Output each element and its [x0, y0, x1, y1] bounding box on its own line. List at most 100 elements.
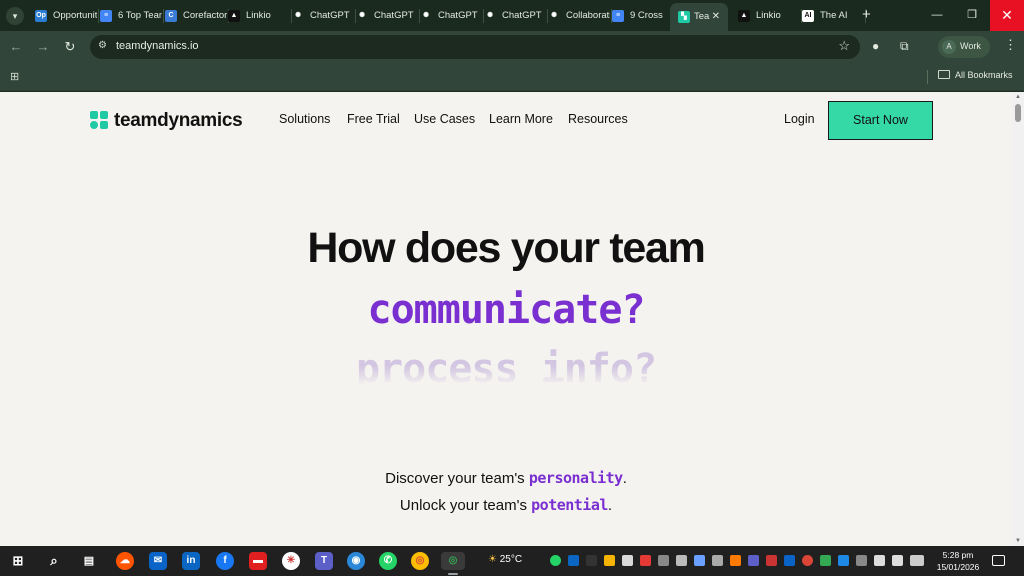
- minimize-icon[interactable]: —: [920, 0, 954, 31]
- tab-corefactors[interactable]: C Corefactors: [165, 5, 229, 27]
- new-tab-button[interactable]: +: [862, 6, 871, 23]
- forward-icon[interactable]: →: [35, 39, 51, 55]
- tab-linkio[interactable]: ▲ Linkio: [738, 5, 802, 27]
- keyboard-icon[interactable]: [910, 555, 924, 566]
- linkedin-icon[interactable]: in: [182, 552, 200, 570]
- bookmark-star-icon[interactable]: ☆: [838, 38, 850, 54]
- tray-app-icon[interactable]: [820, 555, 831, 566]
- tab-title: Corefactors: [183, 10, 227, 21]
- outlook-icon[interactable]: ✉: [149, 552, 167, 570]
- windows-taskbar: ⊞ ⌕ ▤ ☁ ✉ in f ▬ ✳ T ◉ ✆ ◎ ◎ ☀ 25°C 5:28…: [0, 546, 1024, 576]
- tab-title: The AI: [820, 10, 848, 21]
- tab-team[interactable]: ▚ Team✕: [670, 3, 728, 31]
- windows-start-icon[interactable]: ⊞: [9, 552, 27, 570]
- tab-opportunities[interactable]: Op Opportunities: [35, 5, 99, 27]
- tab-close-icon[interactable]: ✕: [712, 3, 720, 31]
- teams-icon[interactable]: T: [315, 552, 333, 570]
- apps-grid-icon[interactable]: ⊞: [10, 70, 19, 83]
- tab-chatgpt[interactable]: ✺ ChatGPT: [420, 5, 484, 27]
- tray-app-icon[interactable]: [712, 555, 723, 566]
- corefactors-icon: C: [165, 10, 177, 22]
- tray-linkedin-icon[interactable]: [568, 555, 579, 566]
- avatar: A: [942, 40, 956, 54]
- chatgpt-icon: ✺: [484, 10, 496, 22]
- nav-use-cases[interactable]: Use Cases: [414, 112, 475, 126]
- volume-icon[interactable]: [874, 555, 885, 566]
- tray-app-icon[interactable]: [694, 555, 705, 566]
- window-close-icon[interactable]: ✕: [990, 0, 1024, 31]
- system-clock[interactable]: 5:28 pm 15/01/2026: [934, 549, 982, 573]
- tray-app-icon[interactable]: [730, 555, 741, 566]
- page-scrollbar[interactable]: ▲ ▼: [1012, 92, 1024, 546]
- tray-app-icon[interactable]: [622, 555, 633, 566]
- tab-chatgpt[interactable]: ✺ ChatGPT: [356, 5, 420, 27]
- tab-chatgpt[interactable]: ✺ ChatGPT: [484, 5, 548, 27]
- soundcloud-icon[interactable]: ☁: [116, 552, 134, 570]
- scroll-up-icon[interactable]: ▲: [1015, 94, 1021, 100]
- task-view-icon[interactable]: ▤: [80, 552, 98, 570]
- app-red-icon[interactable]: ▬: [249, 552, 267, 570]
- tray-slack-icon[interactable]: [766, 555, 777, 566]
- menu-dots-icon[interactable]: ⋮: [1004, 37, 1017, 53]
- all-bookmarks-button[interactable]: All Bookmarks: [938, 70, 1013, 80]
- reload-icon[interactable]: ↻: [62, 39, 78, 55]
- tab-title: 9 Cross: [630, 10, 663, 21]
- clock-date: 15/01/2026: [936, 562, 980, 572]
- logo-text: teamdynamics: [114, 110, 243, 131]
- tray-app-icon[interactable]: [676, 555, 687, 566]
- weather-widget[interactable]: ☀ 25°C: [488, 554, 522, 565]
- tray-app-icon[interactable]: [604, 555, 615, 566]
- extension-globe-icon[interactable]: ●: [872, 39, 879, 53]
- tab-linkio[interactable]: ▲ Linkio: [228, 5, 292, 27]
- site-info-icon[interactable]: ⚙: [98, 40, 107, 51]
- tray-app-icon[interactable]: [640, 555, 651, 566]
- tab-chatgpt[interactable]: ✺ ChatGPT: [292, 5, 356, 27]
- extensions-puzzle-icon[interactable]: ⧉: [900, 39, 909, 54]
- tab-search-icon[interactable]: ▾: [6, 7, 24, 25]
- chrome-profile-icon[interactable]: ◉: [347, 552, 365, 570]
- tab-collaboration[interactable]: ✺ Collaboration: [548, 5, 612, 27]
- slack-icon[interactable]: ✳: [282, 552, 300, 570]
- bookmarks-bar: ⊞ All Bookmarks: [0, 63, 1024, 91]
- tab-the-ai[interactable]: AI The AI: [802, 5, 866, 27]
- all-bookmarks-label: All Bookmarks: [955, 70, 1013, 80]
- address-bar[interactable]: ⚙ teamdynamics.io ☆: [90, 35, 860, 59]
- tray-app-icon[interactable]: [658, 555, 669, 566]
- notification-icon[interactable]: [992, 555, 1005, 566]
- tab-title: Collaboration: [566, 10, 610, 21]
- tray-app-icon[interactable]: [586, 555, 597, 566]
- clock-time: 5:28 pm: [942, 550, 974, 560]
- nav-learn-more[interactable]: Learn More: [489, 112, 553, 126]
- login-link[interactable]: Login: [784, 112, 815, 126]
- facebook-icon[interactable]: f: [216, 552, 234, 570]
- back-icon[interactable]: ←: [8, 39, 24, 55]
- restore-icon[interactable]: ❐: [955, 0, 989, 31]
- tray-teams-icon[interactable]: [748, 555, 759, 566]
- tagline-end: .: [607, 497, 613, 514]
- tray-outlook-icon[interactable]: [784, 555, 795, 566]
- profile-button[interactable]: A Work: [938, 36, 990, 58]
- linkio-icon: ▲: [228, 10, 240, 22]
- scroll-down-icon[interactable]: ▼: [1015, 538, 1021, 544]
- tab-6-top-team[interactable]: ≡ 6 Top Team: [100, 5, 164, 27]
- tray-chrome-icon[interactable]: [802, 555, 813, 566]
- tab-title: Linkio: [756, 10, 781, 21]
- chrome-icon[interactable]: ◎: [411, 552, 429, 570]
- chrome-active-icon[interactable]: ◎: [441, 552, 465, 570]
- wifi-icon[interactable]: [892, 555, 903, 566]
- tab-title: Opportunities: [53, 10, 97, 21]
- search-icon[interactable]: ⌕: [45, 552, 63, 570]
- tray-whatsapp-icon[interactable]: [550, 555, 561, 566]
- url-text[interactable]: teamdynamics.io: [116, 40, 199, 52]
- scroll-thumb[interactable]: [1015, 104, 1021, 122]
- start-now-button[interactable]: Start Now: [828, 101, 933, 140]
- bluetooth-icon[interactable]: [838, 555, 849, 566]
- linkio-icon: ▲: [738, 10, 750, 22]
- onedrive-icon[interactable]: [856, 555, 867, 566]
- nav-free-trial[interactable]: Free Trial: [347, 112, 400, 126]
- nav-solutions[interactable]: Solutions: [279, 112, 330, 126]
- nav-resources[interactable]: Resources: [568, 112, 628, 126]
- whatsapp-icon[interactable]: ✆: [379, 552, 397, 570]
- tab-9-cross[interactable]: ≡ 9 Cross: [612, 5, 676, 27]
- tab-title: Team: [694, 11, 710, 22]
